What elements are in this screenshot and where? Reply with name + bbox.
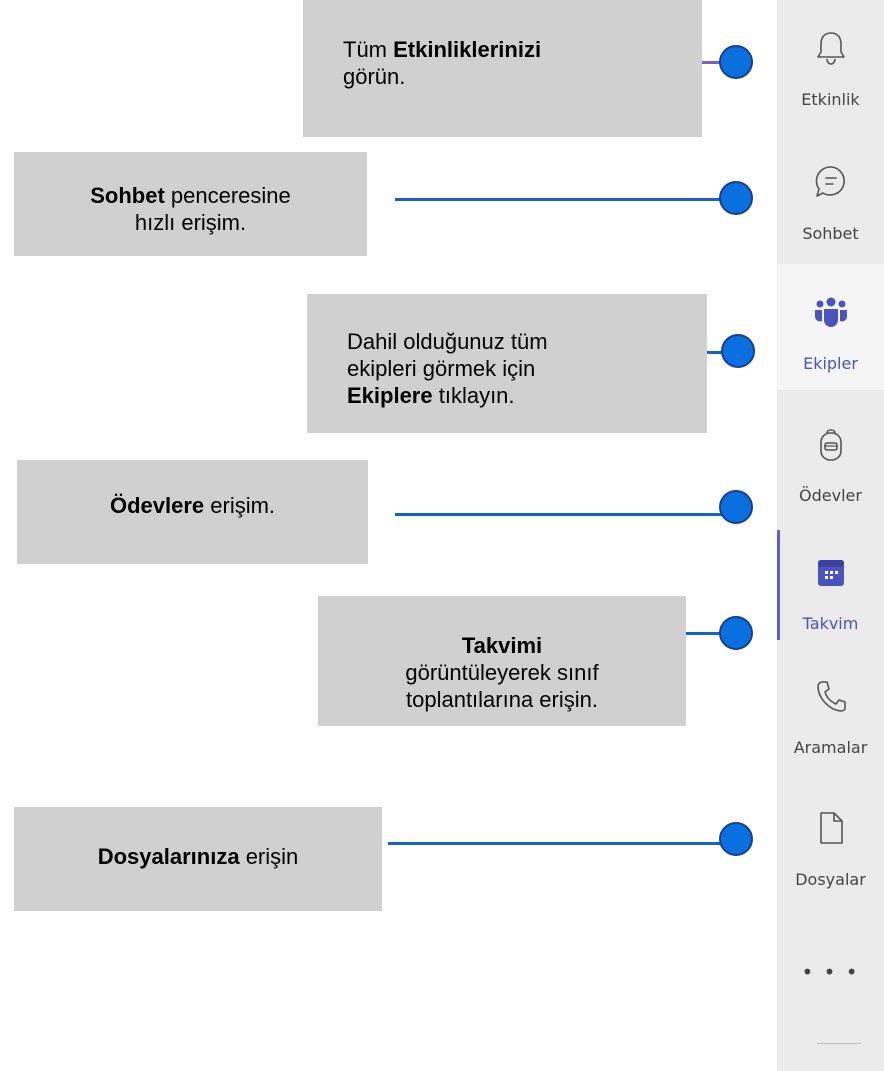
rail-label-chat: Sohbet <box>802 224 859 243</box>
teams-callout-line2: ekipleri görmek için <box>347 356 536 381</box>
rail-label-calls: Aramalar <box>793 738 868 757</box>
bell-icon <box>816 32 845 65</box>
teams-icon <box>814 297 847 327</box>
active-indicator <box>777 530 780 640</box>
files-callout-post: erişin <box>239 844 299 869</box>
rail-item-activity[interactable]: Etkinlik <box>777 0 884 126</box>
chat-callout-bold: Sohbet <box>90 183 165 208</box>
file-icon <box>819 812 843 844</box>
activity-callout-post: görün. <box>343 64 406 89</box>
calendar-callout-bold: Takvimi <box>461 633 543 658</box>
teams-callout-bold: Ekiplere <box>347 383 433 408</box>
calendar-callout: Takvimi görüntüleyerek sınıf toplantılar… <box>318 596 686 726</box>
files-callout-bold: Dosyalarınıza <box>97 844 240 869</box>
teams-callout: Dahil olduğunuz tüm ekipleri görmek için… <box>307 294 707 433</box>
rail-item-teams[interactable]: Ekipler <box>777 264 884 390</box>
rail-divider <box>817 1043 861 1044</box>
chat-callout-line2: hızlı erişim. <box>134 210 247 235</box>
rail-item-chat[interactable]: Sohbet <box>777 134 884 260</box>
rail-item-calls[interactable]: Aramalar <box>777 648 884 774</box>
activity-callout: Tüm Etkinliklerinizi görün. <box>303 0 702 137</box>
rail-label-calendar: Takvim <box>802 614 859 633</box>
chat-icon <box>815 166 845 197</box>
calendar-callout-line2: görüntüleyerek sınıf <box>405 660 599 685</box>
files-dot <box>719 822 753 856</box>
calendar-callout-line3: toplantılarına erişin. <box>406 687 598 712</box>
backpack-icon <box>819 429 842 461</box>
rail-label-teams: Ekipler <box>803 354 858 373</box>
rail-item-assignments[interactable]: Ödevler <box>777 396 884 522</box>
chat-connector <box>395 198 735 201</box>
files-connector <box>388 842 736 845</box>
files-callout: Dosyalarınıza erişin <box>14 807 382 911</box>
rail-item-files[interactable]: Dosyalar <box>777 780 884 906</box>
activity-callout-pre: Tüm <box>343 37 394 62</box>
activity-dot <box>719 45 753 79</box>
calendar-dot <box>719 616 753 650</box>
phone-icon <box>816 681 846 712</box>
rail-label-activity: Etkinlik <box>801 90 860 109</box>
assignments-dot <box>719 490 753 524</box>
app-bar: Etkinlik Sohbet Ekipler Ödevler Takvim A… <box>777 0 884 1071</box>
rail-label-assignments: Ödevler <box>799 486 862 505</box>
more-apps-button[interactable]: • • • <box>777 960 884 984</box>
assignments-connector <box>395 513 735 516</box>
teams-dot <box>721 334 755 368</box>
teams-callout-post: tıklayın. <box>432 383 515 408</box>
chat-callout-post: penceresine <box>164 183 291 208</box>
assignments-callout-post: erişim. <box>204 493 276 518</box>
rail-item-calendar[interactable]: Takvim <box>777 524 884 650</box>
rail-label-files: Dosyalar <box>795 870 866 889</box>
teams-callout-line1: Dahil olduğunuz tüm <box>347 329 548 354</box>
assignments-callout-bold: Ödevlere <box>109 493 205 518</box>
chat-dot <box>719 181 753 215</box>
calendar-icon <box>817 560 844 586</box>
activity-callout-bold: Etkinliklerinizi <box>393 37 542 62</box>
assignments-callout: Ödevlere erişim. <box>17 460 368 564</box>
chat-callout: Sohbet penceresine hızlı erişim. <box>14 152 367 256</box>
